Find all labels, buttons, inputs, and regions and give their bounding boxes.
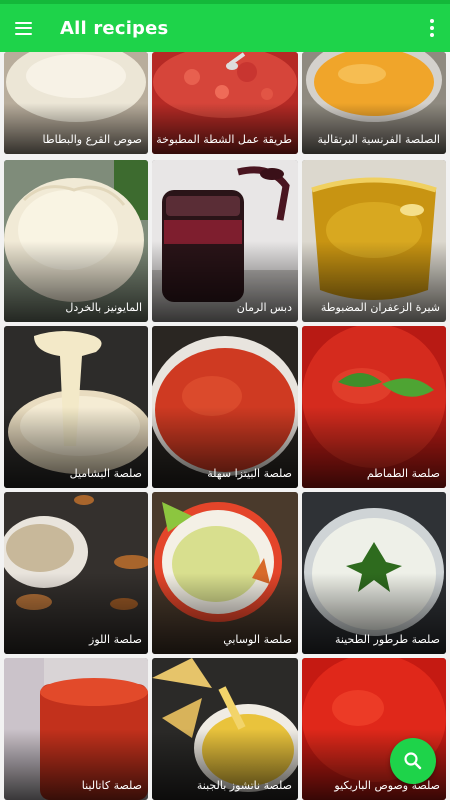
- more-vert-icon: [430, 19, 434, 37]
- recipe-card[interactable]: صلصة ناتشوز بالجبنة: [152, 658, 298, 800]
- recipe-card[interactable]: صلصة الوسابي: [152, 492, 298, 654]
- overflow-menu-button[interactable]: [414, 4, 450, 52]
- recipe-title: صلصة الوسابي: [223, 633, 292, 646]
- recipe-card[interactable]: شيرة الزعفران المضبوطة: [302, 160, 446, 322]
- search-icon: [404, 752, 422, 770]
- menu-button[interactable]: [0, 4, 46, 52]
- recipe-title: صلصة طرطور الطحينة: [334, 633, 440, 646]
- recipe-title: طريقة عمل الشطة المطبوخة: [156, 133, 292, 146]
- recipe-grid[interactable]: صوص القرع والبطاطا طريقة عمل الشطة المطب…: [0, 52, 450, 800]
- recipe-title: دبس الرمان: [236, 301, 292, 314]
- recipe-card[interactable]: صلصة البشاميل: [4, 326, 148, 488]
- recipe-card[interactable]: صلصة البيتزا سهلة: [152, 326, 298, 488]
- recipe-card[interactable]: صوص القرع والبطاطا: [4, 52, 148, 154]
- recipe-title: صلصة كاتالينا: [81, 779, 142, 792]
- page-title: All recipes: [60, 17, 169, 39]
- recipe-card[interactable]: صلصة طرطور الطحينة: [302, 492, 446, 654]
- recipe-card[interactable]: الصلصة الفرنسية البرتقالية: [302, 52, 446, 154]
- recipe-title: شيرة الزعفران المضبوطة: [320, 301, 440, 314]
- recipe-card[interactable]: صلصة الطماطم: [302, 326, 446, 488]
- recipe-card[interactable]: المايونيز بالخردل: [4, 160, 148, 322]
- hamburger-menu-icon: [14, 21, 32, 35]
- recipe-title: صلصة ناتشوز بالجبنة: [196, 779, 292, 792]
- recipe-card[interactable]: طريقة عمل الشطة المطبوخة: [152, 52, 298, 154]
- recipe-title: صلصة البشاميل: [69, 467, 142, 480]
- recipe-title: صلصة اللوز: [89, 633, 142, 646]
- recipe-card[interactable]: دبس الرمان: [152, 160, 298, 322]
- search-fab[interactable]: [390, 738, 436, 784]
- recipe-card[interactable]: صلصة اللوز: [4, 492, 148, 654]
- app-bar: All recipes: [0, 4, 450, 52]
- recipe-card[interactable]: صلصة كاتالينا: [4, 658, 148, 800]
- recipe-title: المايونيز بالخردل: [65, 301, 142, 314]
- recipe-title: الصلصة الفرنسية البرتقالية: [317, 133, 441, 146]
- recipe-title: صلصة الطماطم: [366, 467, 440, 480]
- recipe-title: صوص القرع والبطاطا: [42, 133, 142, 146]
- recipe-title: صلصة البيتزا سهلة: [207, 467, 292, 480]
